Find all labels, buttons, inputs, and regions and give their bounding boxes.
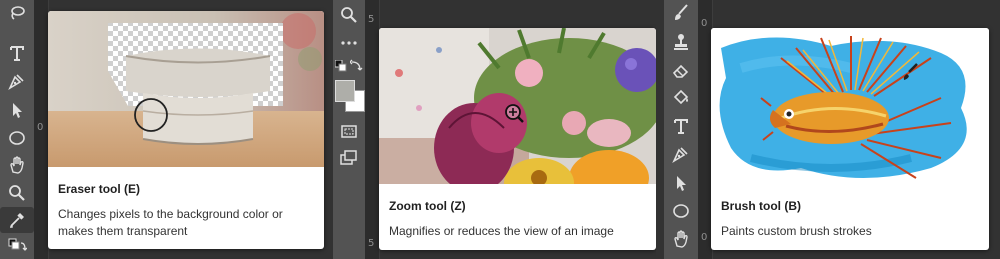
zoom-tool-preview-image <box>379 28 656 184</box>
zoom-tool-icon[interactable] <box>333 2 365 28</box>
ruler-marker: 0 <box>37 122 44 133</box>
brush-tool-preview-image <box>711 28 989 184</box>
brush-tool-card: Brush tool (B) Paints custom brush strok… <box>711 28 989 250</box>
hand-tool-icon[interactable] <box>664 226 698 252</box>
ruler-marker: 0 <box>701 18 708 29</box>
type-tool-icon[interactable] <box>0 40 34 66</box>
ruler-marker: 0 <box>701 232 708 243</box>
eraser-tool-card: Eraser tool (E) Changes pixels to the ba… <box>48 11 324 249</box>
path-selection-icon[interactable] <box>0 97 34 123</box>
ellipse-tool-icon[interactable] <box>0 125 34 151</box>
swap-colors-icon[interactable] <box>349 58 364 72</box>
middle-toolbar <box>333 0 365 259</box>
card-title: Brush tool (B) <box>721 199 801 213</box>
pen-tool-icon[interactable] <box>0 68 34 94</box>
eraser-tool-icon[interactable] <box>664 57 698 83</box>
pen-tool-icon[interactable] <box>664 141 698 167</box>
eyedropper-icon[interactable] <box>0 207 34 233</box>
clone-stamp-icon[interactable] <box>664 29 698 55</box>
screen-mode-icon[interactable] <box>333 145 365 171</box>
left-vertical-ruler: 0 <box>34 0 49 259</box>
default-colors-icon[interactable] <box>334 59 347 72</box>
zoom-tool-card: Zoom tool (Z) Magnifies or reduces the v… <box>379 28 656 250</box>
right-panel-gap <box>656 0 664 259</box>
swap-colors-icon[interactable] <box>0 235 34 259</box>
card-description: Paints custom brush strokes <box>721 224 872 238</box>
card-title: Eraser tool (E) <box>58 182 141 196</box>
brush-tool-icon[interactable] <box>664 0 698 26</box>
left-toolbar <box>0 0 34 259</box>
card-title: Zoom tool (Z) <box>389 199 466 213</box>
card-description: Changes pixels to the background color o… <box>58 207 283 238</box>
quick-mask-icon[interactable] <box>333 118 365 144</box>
foreground-color-swatch[interactable] <box>335 80 355 102</box>
ruler-marker: 5 <box>368 14 375 25</box>
more-tools-icon[interactable] <box>333 30 365 56</box>
type-tool-icon[interactable] <box>664 113 698 139</box>
ruler-marker: 5 <box>368 238 375 249</box>
paint-bucket-icon[interactable] <box>664 85 698 111</box>
ellipse-tool-icon[interactable] <box>664 198 698 224</box>
hand-tool-icon[interactable] <box>0 152 34 178</box>
card-description: Magnifies or reduces the view of an imag… <box>389 224 614 238</box>
middle-vertical-ruler: 5 5 <box>365 0 380 259</box>
right-toolbar <box>664 0 698 259</box>
lasso-icon[interactable] <box>0 0 34 26</box>
eraser-tool-preview-image <box>48 11 324 167</box>
zoom-tool-icon[interactable] <box>0 180 34 206</box>
path-selection-icon[interactable] <box>664 170 698 196</box>
